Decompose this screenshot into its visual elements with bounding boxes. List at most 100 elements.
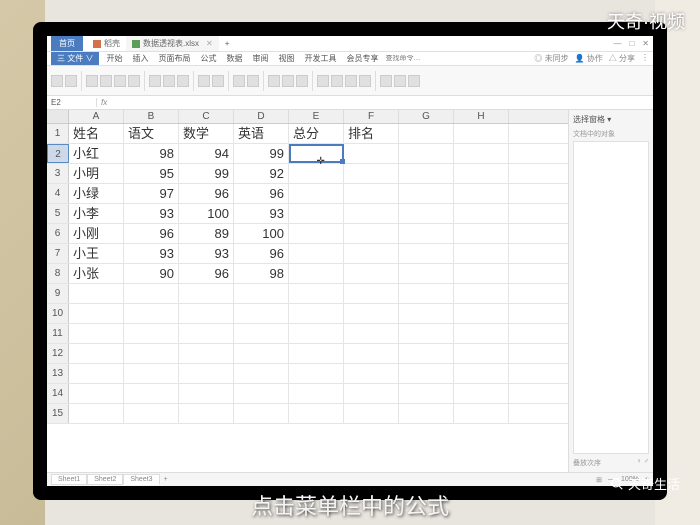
cell-A8[interactable]: 小张 [69,264,124,283]
cell-G2[interactable] [399,144,454,163]
menu-开始[interactable]: 开始 [101,53,127,64]
cell-D1[interactable]: 英语 [234,124,289,143]
cell-H14[interactable] [454,384,509,403]
cell-A3[interactable]: 小明 [69,164,124,183]
cell-A9[interactable] [69,284,124,303]
cell-B5[interactable]: 93 [124,204,179,223]
cell-A2[interactable]: 小红 [69,144,124,163]
sheet-tab-Sheet2[interactable]: Sheet2 [87,474,123,485]
cell-F14[interactable] [344,384,399,403]
cell-H10[interactable] [454,304,509,323]
cell-F15[interactable] [344,404,399,423]
cell-A13[interactable] [69,364,124,383]
col-header-F[interactable]: F [344,110,399,123]
col-header-C[interactable]: C [179,110,234,123]
filter-icon[interactable] [282,75,294,87]
cell-E8[interactable] [289,264,344,283]
row-header-6[interactable]: 6 [47,224,69,243]
cell-E5[interactable] [289,204,344,223]
home-button[interactable]: 首页 [51,36,83,51]
col-header-H[interactable]: H [454,110,509,123]
cell-C2[interactable]: 94 [179,144,234,163]
cell-G4[interactable] [399,184,454,203]
cell-G6[interactable] [399,224,454,243]
row-col-icon[interactable] [331,75,343,87]
row-header-12[interactable]: 12 [47,344,69,363]
cell-D10[interactable] [234,304,289,323]
cell-F11[interactable] [344,324,399,343]
cell-F13[interactable] [344,364,399,383]
file-menu[interactable]: 三 文件 ∨ [51,52,99,65]
maximize-button[interactable]: □ [629,39,634,48]
col-header-B[interactable]: B [124,110,179,123]
row-header-15[interactable]: 15 [47,404,69,423]
col-header-D[interactable]: D [234,110,289,123]
cell-H3[interactable] [454,164,509,183]
row-header-10[interactable]: 10 [47,304,69,323]
cell-A15[interactable] [69,404,124,423]
bold-icon[interactable] [114,75,126,87]
pane-title[interactable]: 选择窗格 ▾ [573,114,649,125]
cell-A4[interactable]: 小绿 [69,184,124,203]
cell-B7[interactable]: 93 [124,244,179,263]
cell-E6[interactable] [289,224,344,243]
sheet-tab-Sheet3[interactable]: Sheet3 [123,474,159,485]
cell-F6[interactable] [344,224,399,243]
new-tab-button[interactable]: + [219,37,236,50]
cell-A11[interactable] [69,324,124,343]
spreadsheet-grid[interactable]: ABCDEFGH 1姓名语文数学英语总分排名2小红989499✛3小明95999… [47,110,568,472]
cell-E10[interactable] [289,304,344,323]
select-all-corner[interactable] [47,110,69,123]
cell-C4[interactable]: 96 [179,184,234,203]
cell-C10[interactable] [179,304,234,323]
cell-E15[interactable] [289,404,344,423]
cell-D5[interactable]: 93 [234,204,289,223]
menu-插入[interactable]: 插入 [127,53,153,64]
row-header-13[interactable]: 13 [47,364,69,383]
cell-A12[interactable] [69,344,124,363]
cell-D15[interactable] [234,404,289,423]
symbol-icon[interactable] [408,75,420,87]
cell-F10[interactable] [344,304,399,323]
share-button[interactable]: △ 分享 [609,53,635,64]
sheet-tab-Sheet1[interactable]: Sheet1 [51,474,87,485]
view-grid-icon[interactable]: ⊞ [596,476,602,484]
cell-F9[interactable] [344,284,399,303]
sum-icon[interactable] [268,75,280,87]
wrap-icon[interactable] [198,75,210,87]
cell-C5[interactable]: 100 [179,204,234,223]
cell-H5[interactable] [454,204,509,223]
align-left-icon[interactable] [149,75,161,87]
cell-G3[interactable] [399,164,454,183]
cell-B3[interactable]: 95 [124,164,179,183]
cell-B1[interactable]: 语文 [124,124,179,143]
cell-H6[interactable] [454,224,509,243]
cell-G11[interactable] [399,324,454,343]
cell-A7[interactable]: 小王 [69,244,124,263]
menu-视图[interactable]: 视图 [273,53,299,64]
cell-F8[interactable] [344,264,399,283]
more-menu[interactable]: ⋮ [641,53,649,64]
close-icon[interactable]: ✕ [206,39,213,48]
menu-公式[interactable]: 公式 [195,53,221,64]
conditional-format-icon[interactable] [233,75,245,87]
row-header-9[interactable]: 9 [47,284,69,303]
font-icon[interactable] [100,75,112,87]
collab-button[interactable]: 👤 协作 [575,53,603,64]
cell-C12[interactable] [179,344,234,363]
cell-F12[interactable] [344,344,399,363]
cell-style-icon[interactable] [247,75,259,87]
cell-F1[interactable]: 排名 [344,124,399,143]
cell-B14[interactable] [124,384,179,403]
cell-C15[interactable] [179,404,234,423]
cell-H4[interactable] [454,184,509,203]
cell-G5[interactable] [399,204,454,223]
menu-审阅[interactable]: 审阅 [247,53,273,64]
find-icon[interactable] [394,75,406,87]
tab-daoqiao[interactable]: 稻壳 [87,36,126,51]
col-header-E[interactable]: E [289,110,344,123]
cell-C6[interactable]: 89 [179,224,234,243]
menu-数据[interactable]: 数据 [221,53,247,64]
cell-F3[interactable] [344,164,399,183]
cell-C11[interactable] [179,324,234,343]
